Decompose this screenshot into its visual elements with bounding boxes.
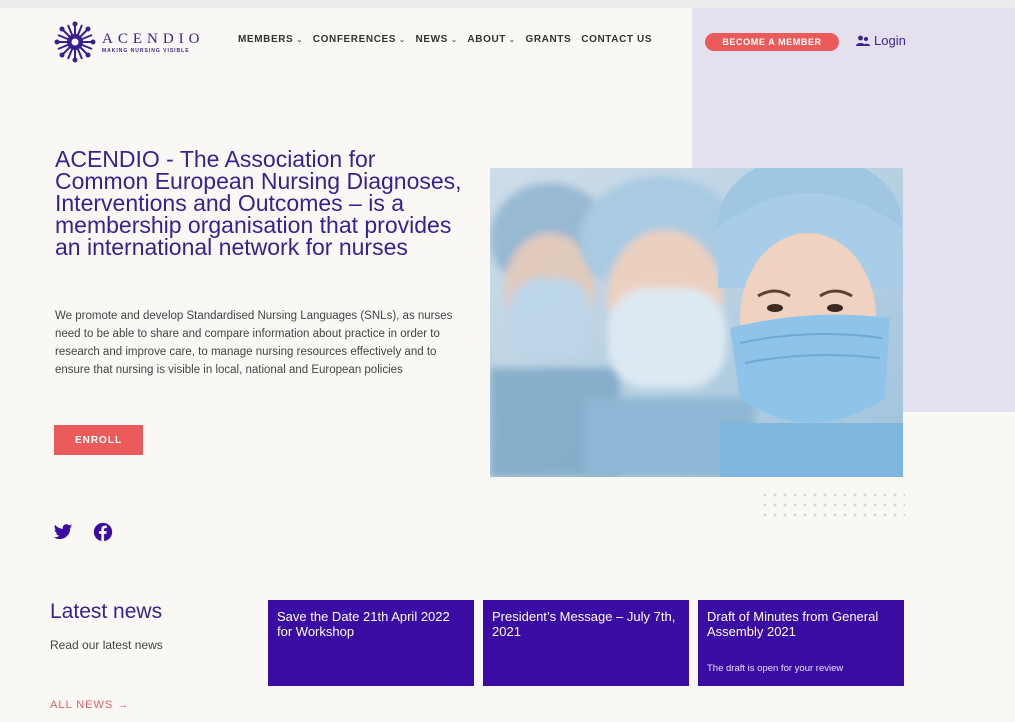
chevron-down-icon: ⌄ xyxy=(296,36,303,44)
latest-news-heading: Latest news xyxy=(50,600,163,623)
nav-label: GRANTS xyxy=(525,34,572,45)
news-card[interactable]: Save the Date 21th April 2022 for Worksh… xyxy=(268,600,474,686)
top-border xyxy=(0,0,1015,8)
social-links xyxy=(53,522,113,542)
hero-nurses-photo xyxy=(490,168,903,477)
chevron-down-icon: ⌄ xyxy=(508,36,516,44)
main-nav: MEMBERS ⌄ CONFERENCES ⌄ NEWS ⌄ ABOUT ⌄ GRANT… xyxy=(238,34,652,45)
nav-label: ABOUT xyxy=(467,34,506,45)
nav-grants[interactable]: GRANTS xyxy=(525,34,571,45)
nav-label: CONTACT US xyxy=(581,34,653,45)
nav-label: NEWS xyxy=(415,34,448,45)
news-card[interactable]: Draft of Minutes from General Assembly 2… xyxy=(698,600,904,686)
become-member-button[interactable]: BECOME A MEMBER xyxy=(705,33,839,51)
login-label: Login xyxy=(874,33,906,48)
chevron-down-icon: ⌄ xyxy=(450,36,458,44)
news-card-title: Save the Date 21th April 2022 for Worksh… xyxy=(277,609,450,639)
hero-description: We promote and develop Standardised Nurs… xyxy=(55,310,453,376)
logo-mark-icon xyxy=(54,21,96,63)
nav-about[interactable]: ABOUT ⌄ xyxy=(467,34,515,45)
users-icon xyxy=(856,35,870,46)
nav-contact-us[interactable]: CONTACT US xyxy=(581,34,652,45)
news-card-description: The draft is open for your review xyxy=(707,663,844,674)
nav-members[interactable]: MEMBERS ⌄ xyxy=(238,34,303,45)
all-news-link[interactable]: ALL NEWS → xyxy=(50,699,129,711)
news-card[interactable]: President’s Message – July 7th, 2021 xyxy=(483,600,689,686)
enroll-button[interactable]: ENROLL xyxy=(54,425,143,455)
hero-title: ACENDIO - The Association for Common Eur… xyxy=(55,146,462,260)
login-link[interactable]: Login xyxy=(856,33,906,48)
twitter-icon[interactable] xyxy=(53,522,73,542)
news-card-title: President’s Message – July 7th, 2021 xyxy=(492,609,676,639)
nav-conferences[interactable]: CONFERENCES ⌄ xyxy=(313,34,406,45)
nav-label: MEMBERS xyxy=(238,34,294,45)
chevron-down-icon: ⌄ xyxy=(399,36,406,44)
facebook-icon[interactable] xyxy=(93,522,113,542)
logo-tagline: MAKING NURSING VISIBLE xyxy=(102,47,190,54)
decorative-dots xyxy=(760,490,905,524)
news-card-title: Draft of Minutes from General Assembly 2… xyxy=(707,609,879,639)
nav-label: CONFERENCES xyxy=(312,34,397,45)
site-logo[interactable]: ACENDIO MAKING NURSING VISIBLE xyxy=(54,20,234,64)
latest-news-subtitle: Read our latest news xyxy=(50,638,163,652)
nav-news[interactable]: NEWS ⌄ xyxy=(416,34,458,45)
logo-name: ACENDIO xyxy=(102,30,205,47)
